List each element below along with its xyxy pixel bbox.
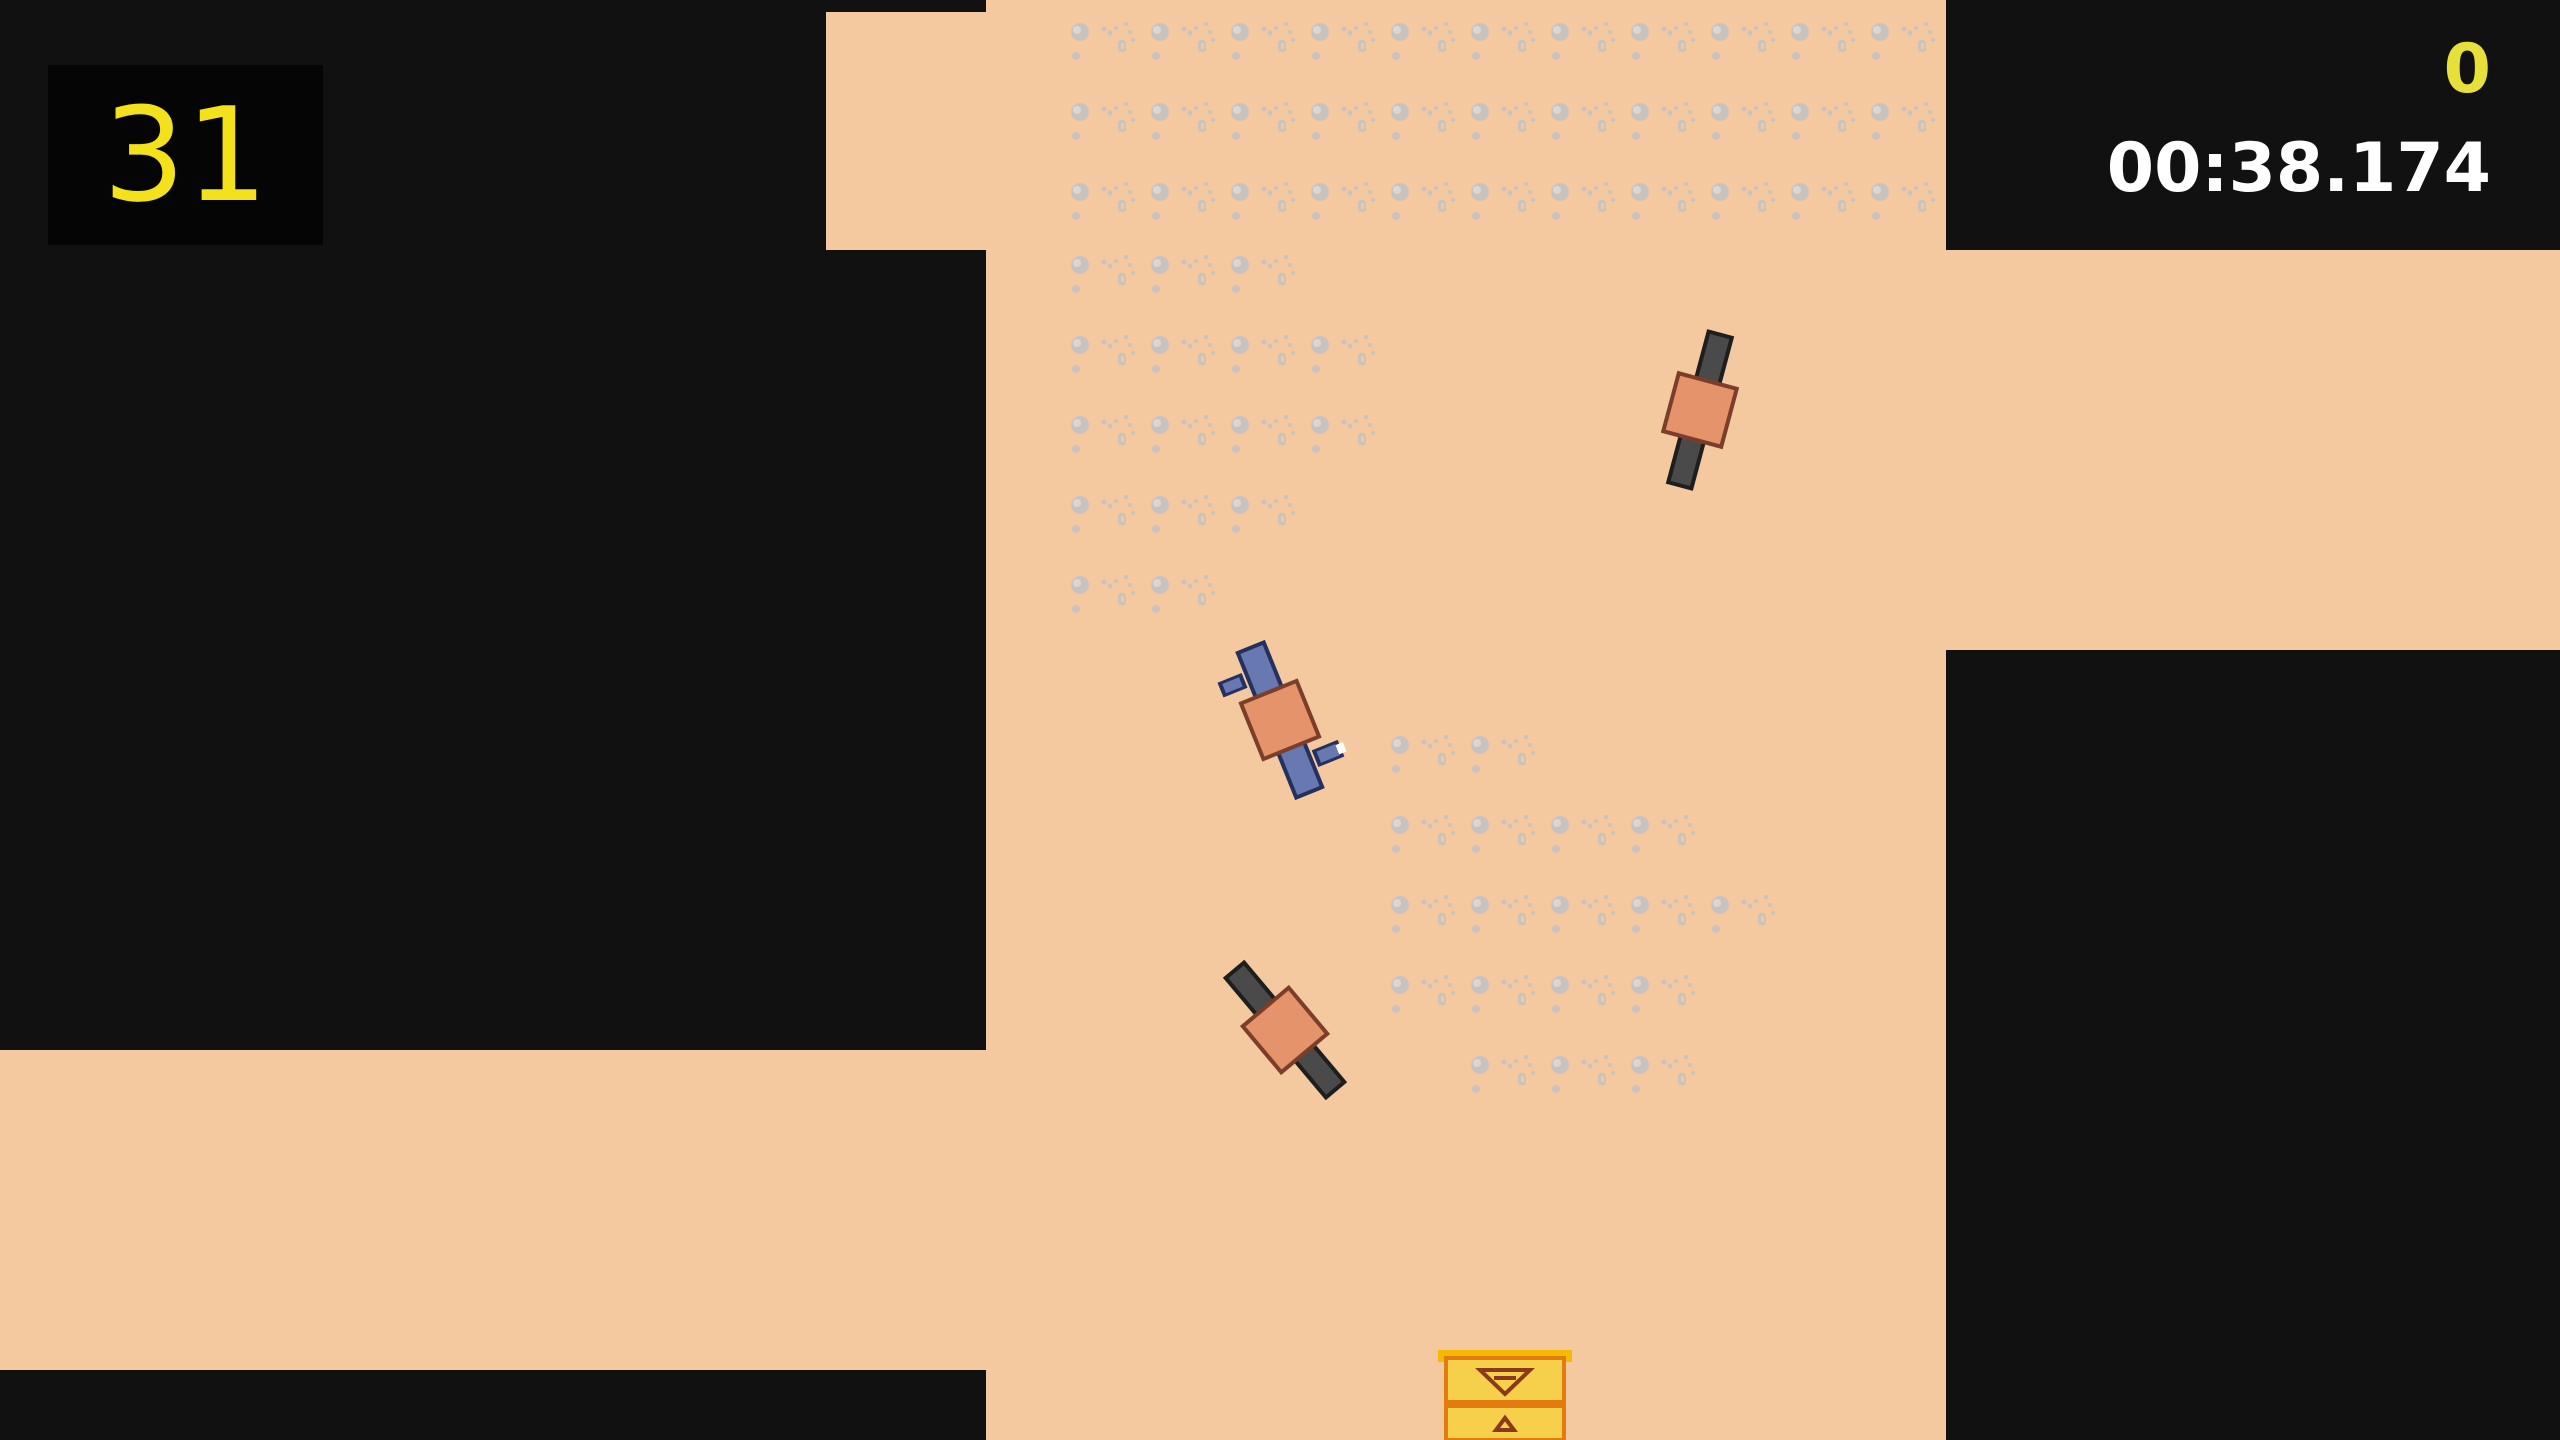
checkpoint-marker-icon xyxy=(1438,1350,1572,1440)
level-indicator: 31 xyxy=(48,65,323,245)
track-right-branch xyxy=(1946,250,2560,650)
game-stage: 31 0 00:38.174 xyxy=(0,0,2560,1440)
race-timer: 00:38.174 xyxy=(2106,129,2491,208)
level-number: 31 xyxy=(102,79,269,231)
track-top-left-notch xyxy=(826,12,986,250)
track-left-branch xyxy=(0,1050,986,1370)
player-motorbike-icon xyxy=(1217,639,1347,801)
pebble-gravel-icon xyxy=(1071,255,1375,613)
score-counter: 0 xyxy=(2443,30,2491,109)
enemy-motorbike-icon xyxy=(1660,329,1740,491)
pebble-gravel-icon xyxy=(1391,735,1775,1093)
enemy-motorbike-icon xyxy=(1222,959,1348,1101)
pebble-gravel-icon xyxy=(1071,22,1935,220)
